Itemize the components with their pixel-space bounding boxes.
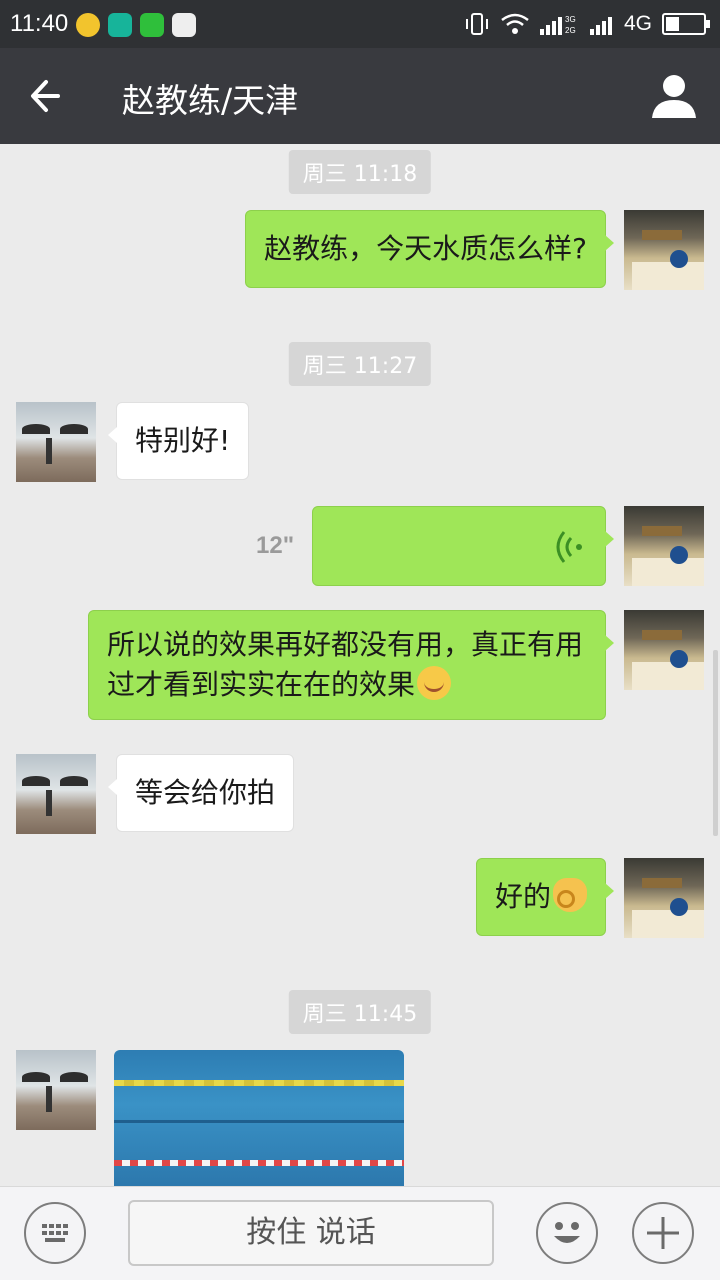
plus-icon: [647, 1217, 679, 1249]
svg-text:2G: 2G: [565, 26, 576, 35]
timestamp: 周三 11:18: [288, 150, 432, 194]
message-bubble[interactable]: 赵教练，今天水质怎么样?: [245, 210, 614, 288]
contact-avatar[interactable]: [16, 1050, 96, 1130]
emoji-button[interactable]: [536, 1202, 598, 1264]
timestamp: 周三 11:27: [288, 342, 432, 386]
message-text: 好的: [494, 880, 551, 913]
image-message[interactable]: [114, 1050, 404, 1186]
chat-area[interactable]: 周三 11:18 赵教练，今天水质怎么样? 周三 11:27 特别好! 12" …: [0, 144, 720, 1186]
circle-app-icon: [108, 13, 132, 37]
keyboard-toggle-button[interactable]: [24, 1202, 86, 1264]
message-bubble[interactable]: 特别好!: [107, 402, 250, 480]
message-text: 特别好!: [135, 424, 231, 457]
battery-fill: [666, 17, 679, 31]
status-bar: 11:40 3G 2G 4G: [0, 0, 720, 48]
message-text: 赵教练，今天水质怎么样?: [264, 232, 587, 265]
battery-icon: [662, 13, 710, 35]
message-bubble[interactable]: 所以说的效果再好都没有用，真正有用过才看到实实在在的效果: [88, 610, 614, 720]
voice-duration: 12": [256, 532, 295, 559]
smile-emoji-icon: [417, 666, 452, 700]
keyboard-icon: [42, 1224, 68, 1242]
wifi-icon: [501, 13, 529, 34]
message-text: 所以说的效果再好都没有用，真正有用过才看到实实在在的效果: [107, 628, 584, 701]
more-button[interactable]: [632, 1202, 694, 1264]
contact-avatar[interactable]: [16, 754, 96, 834]
back-arrow-icon[interactable]: [22, 70, 74, 122]
message-bubble[interactable]: 等会给你拍: [107, 754, 295, 832]
voice-message[interactable]: [312, 506, 614, 586]
ok-hand-emoji-icon: [553, 878, 587, 912]
scrollbar[interactable]: [713, 650, 718, 836]
chat-title: 赵教练/天津: [122, 81, 299, 120]
wechat-icon: [140, 13, 164, 37]
status-time: 11:40: [10, 10, 69, 37]
signal-icon-2: [589, 17, 612, 35]
voice-wave-icon: [556, 531, 582, 563]
signal-icon: 3G2G: [539, 15, 576, 35]
hold-to-talk-button[interactable]: 按住 说话: [128, 1200, 494, 1266]
my-avatar[interactable]: [624, 610, 704, 690]
my-avatar[interactable]: [624, 858, 704, 938]
plus-app-icon: [76, 13, 100, 37]
title-bar: 赵教练/天津: [0, 48, 720, 144]
photos-icon: [172, 13, 196, 37]
message-bubble[interactable]: 好的: [475, 858, 615, 936]
message-text: 等会给你拍: [135, 776, 276, 809]
person-icon[interactable]: [648, 70, 700, 122]
vibrate-icon: [465, 13, 488, 35]
network-type: 4G: [623, 12, 652, 35]
input-bar: 按住 说话: [0, 1186, 720, 1280]
my-avatar[interactable]: [624, 506, 704, 586]
my-avatar[interactable]: [624, 210, 704, 290]
timestamp: 周三 11:45: [288, 990, 432, 1034]
svg-text:3G: 3G: [565, 15, 576, 24]
contact-avatar[interactable]: [16, 402, 96, 482]
emoji-face-icon: [554, 1222, 580, 1243]
